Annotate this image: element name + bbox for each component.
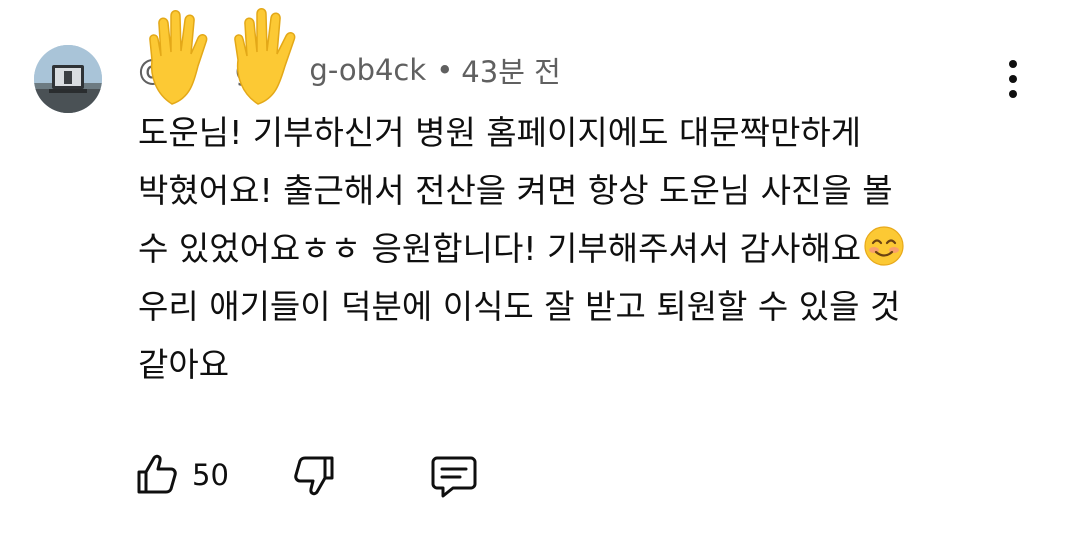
comment-actions: 50 xyxy=(134,450,479,500)
comment-timestamp[interactable]: 43분 전 xyxy=(461,49,560,91)
more-vert-icon xyxy=(1009,60,1017,68)
meta-separator: • xyxy=(436,53,454,87)
more-options-button[interactable] xyxy=(996,56,1030,102)
raised-hands-emoji xyxy=(140,4,315,110)
like-button[interactable]: 50 xyxy=(134,452,229,498)
comment-line: 수 있었어요ㅎㅎ 응원합니다! 기부해주셔서 감사해요 xyxy=(138,220,1018,278)
comment-text: 도운님! 기부하신거 병원 홈페이지에도 대문짝만하게 박혔어요! 출근해서 전… xyxy=(138,104,1018,394)
comment-line: 우리 애기들이 덕분에 이식도 잘 받고 퇴원할 수 있을 것 xyxy=(138,287,901,326)
reply-button[interactable] xyxy=(429,452,479,498)
thumbs-up-icon xyxy=(134,452,180,498)
thumbs-down-icon xyxy=(291,452,337,498)
comment-line: 도운님! 기부하신거 병원 홈페이지에도 대문짝만하게 xyxy=(138,113,862,152)
avatar[interactable] xyxy=(34,45,102,113)
comment-line: 같아요 xyxy=(138,345,230,384)
comment-reply-icon xyxy=(429,452,479,498)
comment-line: 박혔어요! 출근해서 전산을 켜면 항상 도운님 사진을 볼 xyxy=(138,171,893,210)
like-count: 50 xyxy=(192,458,229,492)
dislike-button[interactable] xyxy=(291,452,337,498)
smiling-face-emoji xyxy=(863,225,905,267)
author-handle-end[interactable]: g-ob4ck xyxy=(309,53,426,87)
avatar-image xyxy=(34,45,102,113)
